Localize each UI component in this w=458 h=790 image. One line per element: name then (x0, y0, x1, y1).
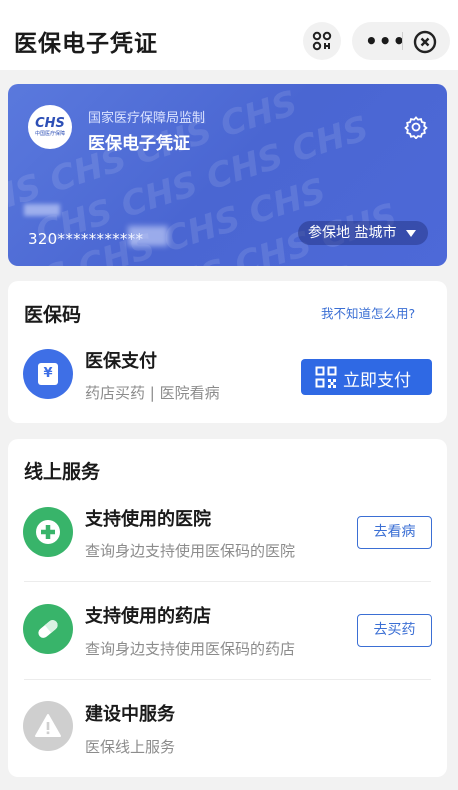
pharmacy-subtitle: 查询身边支持使用医保码的药店 (85, 640, 296, 658)
pill-icon (23, 604, 73, 654)
qr-code-icon (315, 366, 337, 388)
pay-now-label: 立即支付 (343, 371, 411, 391)
hospital-cross-icon (23, 507, 73, 557)
more-menu-button[interactable]: ••• (365, 31, 406, 51)
medical-insurance-card[interactable]: CHS CHS CHS CHS CHS CHS CHS CHS CHS CHS … (8, 84, 447, 266)
card-supervisor-text: 国家医疗保障局监制 (88, 111, 206, 126)
pay-now-button[interactable]: 立即支付 (301, 359, 432, 395)
help-link[interactable]: 我不知道怎么用? (321, 303, 415, 322)
under-construction-title: 建设中服务 (85, 704, 175, 725)
hospital-title: 支持使用的医院 (85, 509, 211, 530)
region-label: 参保地 盐城市 (308, 225, 397, 241)
close-icon[interactable] (413, 30, 437, 54)
online-services-panel: 线上服务 支持使用的医院 查询身边支持使用医保码的医院 去看病 支持使用的药店 … (8, 439, 447, 777)
go-hospital-button[interactable]: 去看病 (357, 516, 432, 549)
blurred-id-suffix (128, 226, 168, 246)
capsule-divider (402, 32, 403, 50)
chs-logo: CHS 中国医疗保障 (28, 105, 72, 149)
page-title: 医保电子凭证 (14, 31, 158, 57)
blurred-name (24, 204, 60, 216)
top-bar: 医保电子凭证 ••• (0, 0, 458, 70)
medical-payment-title: 医保支付 (85, 351, 157, 372)
scan-button[interactable] (303, 22, 341, 60)
divider (24, 679, 431, 680)
region-selector[interactable]: 参保地 盐城市 (298, 221, 428, 245)
id-number: 320*********** (28, 230, 144, 248)
scan-icon (312, 31, 332, 51)
section-title-online-services: 线上服务 (24, 461, 101, 483)
gear-icon[interactable] (404, 115, 428, 139)
payment-icon: ¥ (23, 349, 73, 399)
pharmacy-title: 支持使用的药店 (85, 606, 211, 627)
hospital-subtitle: 查询身边支持使用医保码的医院 (85, 542, 296, 560)
go-pharmacy-button[interactable]: 去买药 (357, 614, 432, 647)
section-title-medical-code: 医保码 (24, 304, 82, 326)
under-construction-subtitle: 医保线上服务 (85, 738, 176, 756)
caret-down-icon (406, 230, 416, 237)
warning-icon (23, 701, 73, 751)
card-name: 医保电子凭证 (88, 134, 190, 154)
medical-code-panel: 医保码 我不知道怎么用? ¥ 医保支付 药店买药 | 医院看病 立即支付 (8, 281, 447, 423)
mini-program-capsule: ••• (352, 22, 450, 60)
divider (24, 581, 431, 582)
medical-payment-subtitle: 药店买药 | 医院看病 (85, 384, 220, 402)
